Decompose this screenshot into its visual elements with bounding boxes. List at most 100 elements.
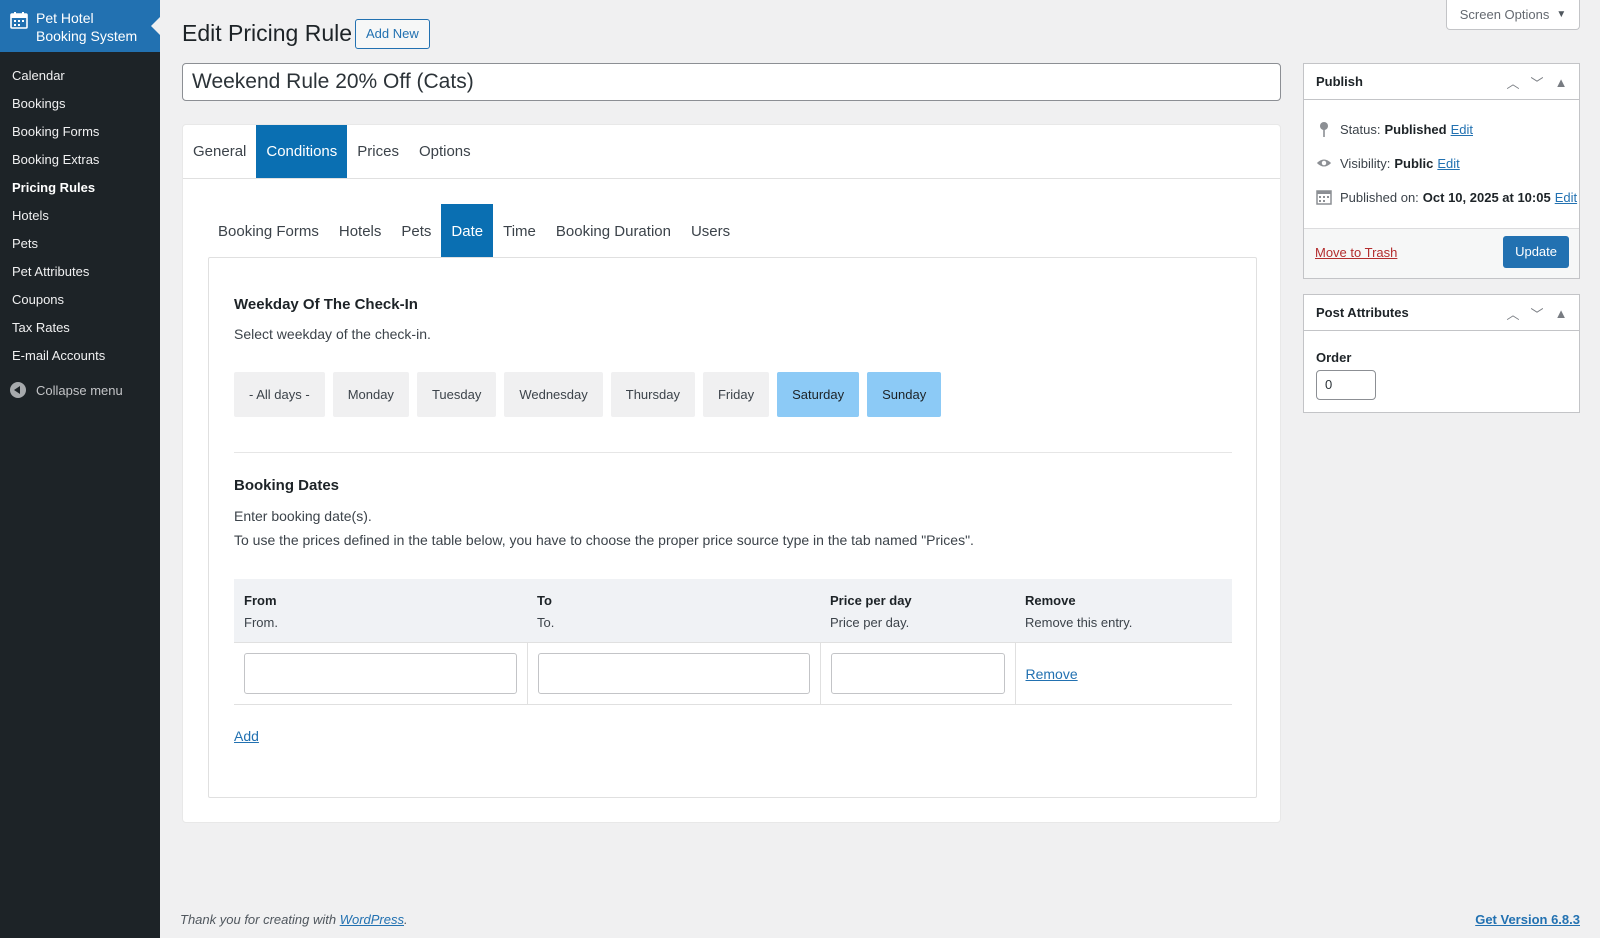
weekday-saturday[interactable]: Saturday bbox=[777, 372, 860, 417]
sidebar-item-bookings[interactable]: Bookings bbox=[0, 90, 160, 118]
tab-prices[interactable]: Prices bbox=[347, 125, 409, 178]
weekday-tuesday[interactable]: Tuesday bbox=[416, 372, 497, 417]
screen-options-label: Screen Options bbox=[1459, 7, 1550, 22]
table-row: Remove bbox=[234, 642, 1232, 705]
status-row: Status: Published Edit bbox=[1304, 112, 1579, 146]
tab-general[interactable]: General bbox=[183, 125, 256, 178]
wordpress-link[interactable]: WordPress bbox=[340, 912, 404, 927]
price-per-day-input[interactable] bbox=[830, 653, 1005, 694]
condition-sub-tabs: Booking Forms Hotels Pets Date Time Book… bbox=[208, 204, 740, 258]
booking-dates-title: Booking Dates bbox=[234, 477, 340, 494]
booking-dates-table: From From. To To. Price per day Price pe… bbox=[234, 579, 1232, 705]
column-description: Remove this entry. bbox=[1025, 615, 1133, 630]
edit-visibility-link[interactable]: Edit bbox=[1437, 156, 1459, 171]
eye-icon bbox=[1316, 155, 1332, 171]
order-input[interactable]: 0 bbox=[1316, 370, 1376, 400]
to-date-input[interactable] bbox=[537, 653, 810, 694]
footer-thanks: Thank you for creating with WordPress. bbox=[180, 912, 408, 927]
current-menu-arrow bbox=[151, 17, 160, 35]
sidebar-submenu: Calendar Bookings Booking Forms Booking … bbox=[0, 52, 160, 370]
subtab-hotels[interactable]: Hotels bbox=[329, 204, 392, 258]
booking-dates-description: Enter booking date(s). bbox=[234, 508, 372, 524]
sidebar-item-email-accounts[interactable]: E-mail Accounts bbox=[0, 342, 160, 370]
subtab-users[interactable]: Users bbox=[681, 204, 740, 258]
column-header: Remove bbox=[1025, 593, 1076, 608]
calendar-icon bbox=[10, 12, 28, 29]
date-conditions-panel: Weekday Of The Check-In Select weekday o… bbox=[208, 257, 1257, 798]
edit-status-link[interactable]: Edit bbox=[1451, 122, 1473, 137]
from-date-input[interactable] bbox=[244, 653, 517, 694]
collapse-menu-button[interactable]: Collapse menu bbox=[0, 378, 160, 402]
subtab-booking-duration[interactable]: Booking Duration bbox=[546, 204, 681, 258]
calendar-icon bbox=[1316, 189, 1332, 205]
subtab-date[interactable]: Date bbox=[441, 204, 494, 258]
sidebar-item-hotels[interactable]: Hotels bbox=[0, 202, 160, 230]
move-to-trash-link[interactable]: Move to Trash bbox=[1315, 245, 1397, 260]
order-label: Order bbox=[1316, 350, 1352, 365]
column-header: Price per day bbox=[830, 593, 912, 608]
publish-box: Publish ︿ ﹀ ▲ Status: Published Edit Vis… bbox=[1303, 63, 1580, 279]
column-header: To bbox=[537, 593, 552, 608]
sidebar-item-pets[interactable]: Pets bbox=[0, 230, 160, 258]
move-down-icon[interactable]: ﹀ bbox=[1525, 72, 1549, 92]
visibility-row: Visibility: Public Edit bbox=[1304, 146, 1579, 180]
caret-down-icon: ▼ bbox=[1556, 9, 1567, 20]
weekday-monday[interactable]: Monday bbox=[332, 372, 409, 417]
visibility-value: Public bbox=[1394, 155, 1434, 171]
sidebar-item-tax-rates[interactable]: Tax Rates bbox=[0, 314, 160, 342]
main-tabs: General Conditions Prices Options bbox=[183, 125, 1280, 179]
section-divider bbox=[234, 452, 1232, 453]
publish-box-header: Publish ︿ ﹀ ▲ bbox=[1304, 64, 1579, 100]
sidebar-item-booking-extras[interactable]: Booking Extras bbox=[0, 146, 160, 174]
weekday-wednesday[interactable]: Wednesday bbox=[504, 372, 603, 417]
sidebar-item-pet-attributes[interactable]: Pet Attributes bbox=[0, 258, 160, 286]
post-attributes-title: Post Attributes bbox=[1316, 305, 1409, 320]
collapse-arrow-icon bbox=[10, 382, 26, 398]
sidebar-item-coupons[interactable]: Coupons bbox=[0, 286, 160, 314]
column-description: To. bbox=[537, 615, 555, 630]
weekday-all-days[interactable]: - All days - bbox=[234, 372, 325, 417]
weekday-thursday[interactable]: Thursday bbox=[610, 372, 695, 417]
toggle-panel-icon[interactable]: ▲ bbox=[1549, 72, 1573, 92]
subtab-time[interactable]: Time bbox=[493, 204, 546, 258]
sidebar-brand-label: Pet Hotel Booking System bbox=[36, 10, 138, 44]
tab-conditions[interactable]: Conditions bbox=[256, 125, 348, 178]
weekday-friday[interactable]: Friday bbox=[702, 372, 770, 417]
admin-sidebar: Pet Hotel Booking System Calendar Bookin… bbox=[0, 0, 160, 938]
to-cell bbox=[526, 642, 820, 705]
published-on-row: Published on: Oct 10, 2025 at 10:05 Edit bbox=[1304, 180, 1579, 214]
get-version-link[interactable]: Get Version 6.8.3 bbox=[1475, 912, 1580, 927]
price-cell bbox=[819, 642, 1015, 705]
screen-options-button[interactable]: Screen Options ▼ bbox=[1446, 0, 1580, 30]
collapse-menu-label: Collapse menu bbox=[36, 382, 123, 398]
add-entry-link[interactable]: Add bbox=[234, 728, 259, 744]
subtab-pets[interactable]: Pets bbox=[391, 204, 441, 258]
update-button[interactable]: Update bbox=[1503, 236, 1569, 268]
column-remove: Remove Remove this entry. bbox=[1015, 579, 1232, 643]
post-attributes-header: Post Attributes ︿ ﹀ ▲ bbox=[1304, 295, 1579, 331]
edit-date-link[interactable]: Edit bbox=[1555, 190, 1577, 205]
column-description: Price per day. bbox=[830, 615, 910, 630]
move-up-icon[interactable]: ︿ bbox=[1501, 303, 1525, 323]
weekday-section-title: Weekday Of The Check-In bbox=[234, 296, 418, 313]
sidebar-item-calendar[interactable]: Calendar bbox=[0, 62, 160, 90]
remove-entry-link[interactable]: Remove bbox=[1026, 666, 1078, 682]
publish-box-title: Publish bbox=[1316, 74, 1363, 89]
tab-options[interactable]: Options bbox=[409, 125, 481, 178]
move-up-icon[interactable]: ︿ bbox=[1501, 72, 1525, 92]
sidebar-item-booking-forms[interactable]: Booking Forms bbox=[0, 118, 160, 146]
add-new-button[interactable]: Add New bbox=[355, 19, 430, 49]
footer-thanks-text: Thank you for creating with bbox=[180, 912, 337, 927]
toggle-panel-icon[interactable]: ▲ bbox=[1549, 303, 1573, 323]
status-value: Published bbox=[1384, 121, 1447, 137]
post-title-input[interactable] bbox=[182, 63, 1281, 101]
subtab-booking-forms[interactable]: Booking Forms bbox=[208, 204, 329, 258]
weekday-sunday[interactable]: Sunday bbox=[867, 372, 942, 417]
sidebar-item-pricing-rules[interactable]: Pricing Rules bbox=[0, 174, 160, 202]
visibility-label: Visibility: bbox=[1340, 155, 1391, 171]
rule-settings-box: General Conditions Prices Options Bookin… bbox=[182, 124, 1281, 823]
sidebar-brand[interactable]: Pet Hotel Booking System bbox=[0, 0, 160, 52]
move-down-icon[interactable]: ﹀ bbox=[1525, 303, 1549, 323]
column-from: From From. bbox=[234, 579, 527, 643]
from-cell bbox=[234, 642, 527, 705]
